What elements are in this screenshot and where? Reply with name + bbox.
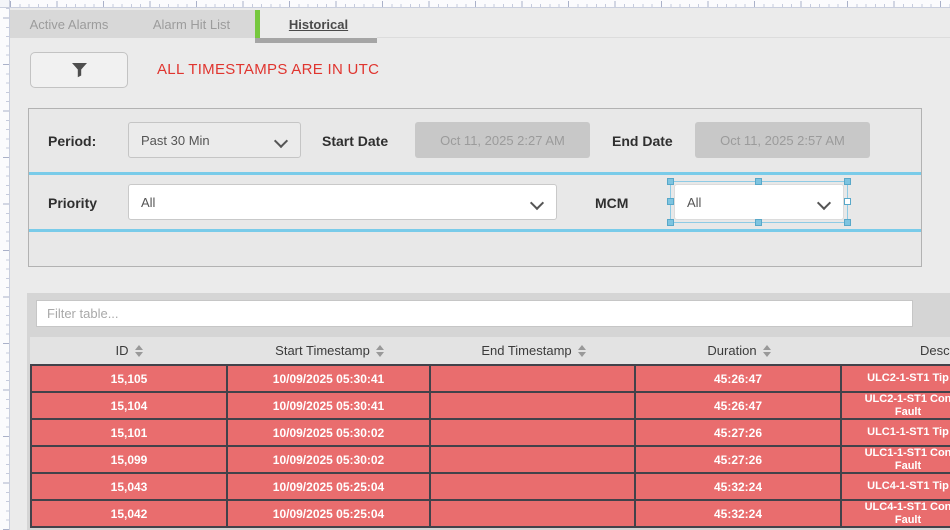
filter-button[interactable]	[30, 52, 128, 88]
cell-duration: 45:26:47	[636, 366, 842, 391]
ruler-corner	[0, 0, 10, 8]
cell-description: ULC1-1-ST1 Con Fault	[842, 447, 950, 472]
cell-id: 15,101	[30, 420, 228, 445]
cell-duration: 45:27:26	[636, 420, 842, 445]
cell-id: 15,105	[30, 366, 228, 391]
tab-historical[interactable]: Historical	[260, 10, 377, 38]
column-header-end-timestamp[interactable]: End Timestamp	[431, 337, 636, 364]
chevron-down-icon	[530, 196, 544, 210]
cell-description: ULC2-1-ST1 Tip	[842, 366, 950, 391]
selection-handle-bottom-left[interactable]	[667, 219, 674, 226]
cell-start-timestamp: 10/09/2025 05:30:41	[228, 366, 431, 391]
cell-description: ULC1-1-ST1 Tip	[842, 420, 950, 445]
selection-handle-middle-right[interactable]	[844, 198, 851, 205]
cell-end-timestamp	[431, 474, 636, 499]
cell-end-timestamp	[431, 501, 636, 526]
tab-alarm-hit-list-label: Alarm Hit List	[153, 17, 230, 32]
cell-description: ULC4-1-ST1 Con Fault	[842, 501, 950, 526]
column-header-duration[interactable]: Duration	[636, 337, 842, 364]
cell-duration: 45:32:24	[636, 501, 842, 526]
period-label: Period:	[48, 133, 96, 149]
column-header-id[interactable]: ID	[30, 337, 228, 364]
panel-divider-blue-top	[29, 172, 921, 175]
cell-description: ULC2-1-ST1 Con Fault	[842, 393, 950, 418]
priority-select[interactable]: All	[128, 184, 557, 220]
cell-id: 15,104	[30, 393, 228, 418]
priority-select-value: All	[141, 195, 155, 210]
cell-id: 15,043	[30, 474, 228, 499]
sort-icon[interactable]	[135, 345, 143, 357]
selection-handle-bottom-right[interactable]	[844, 219, 851, 226]
start-date-label: Start Date	[322, 133, 388, 149]
period-select-value: Past 30 Min	[141, 133, 210, 148]
cell-end-timestamp	[431, 366, 636, 391]
table-row[interactable]: 15,101 10/09/2025 05:30:02 45:27:26 ULC1…	[30, 418, 950, 445]
end-date-input[interactable]	[695, 122, 870, 158]
cell-id: 15,099	[30, 447, 228, 472]
column-header-start-timestamp[interactable]: Start Timestamp	[228, 337, 431, 364]
priority-label: Priority	[48, 195, 97, 211]
vertical-ruler	[0, 8, 10, 530]
table-filter-input[interactable]	[36, 300, 913, 327]
column-header-description[interactable]: Description	[842, 337, 950, 364]
table-header-row: ID Start Timestamp End Timestamp Duratio…	[30, 337, 950, 364]
tab-alarm-hit-list[interactable]: Alarm Hit List	[128, 10, 255, 38]
table-body: 15,105 10/09/2025 05:30:41 45:26:47 ULC2…	[30, 364, 950, 528]
cell-start-timestamp: 10/09/2025 05:30:02	[228, 420, 431, 445]
utc-notice: ALL TIMESTAMPS ARE IN UTC	[157, 61, 379, 78]
table-row[interactable]: 15,105 10/09/2025 05:30:41 45:26:47 ULC2…	[30, 364, 950, 391]
sort-icon[interactable]	[376, 345, 384, 357]
cell-id: 15,042	[30, 501, 228, 526]
selection-handle-top-center[interactable]	[755, 178, 762, 185]
selection-handle-top-left[interactable]	[667, 178, 674, 185]
tab-active-alarms[interactable]: Active Alarms	[10, 10, 128, 38]
historical-alarms-screen: Active Alarms Alarm Hit List Historical …	[0, 0, 950, 530]
cell-description: ULC4-1-ST1 Tip	[842, 474, 950, 499]
cell-end-timestamp	[431, 393, 636, 418]
table-row[interactable]: 15,099 10/09/2025 05:30:02 45:27:26 ULC1…	[30, 445, 950, 472]
table-row[interactable]: 15,042 10/09/2025 05:25:04 45:32:24 ULC4…	[30, 499, 950, 528]
cell-end-timestamp	[431, 420, 636, 445]
selection-handle-bottom-center[interactable]	[755, 219, 762, 226]
cell-start-timestamp: 10/09/2025 05:25:04	[228, 474, 431, 499]
mcm-select-value: All	[687, 195, 701, 210]
cell-duration: 45:26:47	[636, 393, 842, 418]
mcm-select[interactable]: All	[674, 184, 844, 220]
funnel-icon	[71, 62, 88, 78]
cell-end-timestamp	[431, 447, 636, 472]
chevron-down-icon	[817, 196, 831, 210]
end-date-label: End Date	[612, 133, 673, 149]
table-row[interactable]: 15,043 10/09/2025 05:25:04 45:32:24 ULC4…	[30, 472, 950, 499]
mcm-label: MCM	[595, 195, 628, 211]
cell-duration: 45:27:26	[636, 447, 842, 472]
cell-start-timestamp: 10/09/2025 05:30:41	[228, 393, 431, 418]
horizontal-ruler	[10, 0, 950, 8]
tab-historical-label: Historical	[289, 17, 348, 32]
tab-active-alarms-label: Active Alarms	[30, 17, 109, 32]
sort-icon[interactable]	[763, 345, 771, 357]
tabbar-divider	[377, 37, 950, 38]
active-tab-indicator	[255, 38, 377, 43]
cell-start-timestamp: 10/09/2025 05:30:02	[228, 447, 431, 472]
selection-handle-top-right[interactable]	[844, 178, 851, 185]
chevron-down-icon	[274, 134, 288, 148]
sort-icon[interactable]	[578, 345, 586, 357]
start-date-input[interactable]	[415, 122, 590, 158]
cell-duration: 45:32:24	[636, 474, 842, 499]
panel-divider-blue-bottom	[29, 229, 921, 232]
table-row[interactable]: 15,104 10/09/2025 05:30:41 45:26:47 ULC2…	[30, 391, 950, 418]
alarm-table-container: ID Start Timestamp End Timestamp Duratio…	[27, 293, 950, 530]
period-select[interactable]: Past 30 Min	[128, 122, 301, 158]
cell-start-timestamp: 10/09/2025 05:25:04	[228, 501, 431, 526]
selection-handle-middle-left[interactable]	[667, 198, 674, 205]
